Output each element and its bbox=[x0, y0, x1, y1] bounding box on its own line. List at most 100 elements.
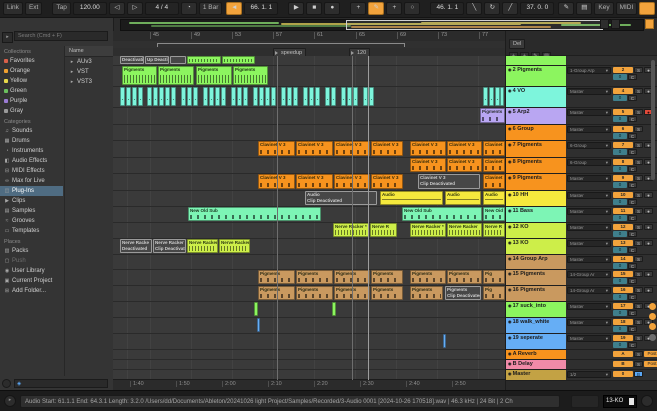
clip[interactable] bbox=[325, 87, 330, 106]
clip[interactable]: Nerve R bbox=[483, 223, 505, 237]
track-activator-button[interactable]: 2 bbox=[613, 67, 633, 73]
collection-item-green[interactable]: Green bbox=[0, 86, 63, 96]
solo-button[interactable]: S bbox=[634, 240, 643, 246]
arrangement-lane-B[interactable] bbox=[113, 360, 505, 370]
clip[interactable] bbox=[187, 87, 192, 106]
track-name[interactable]: ◉ 4 VO bbox=[506, 87, 566, 107]
overdub-button[interactable]: + bbox=[350, 2, 366, 15]
clip[interactable] bbox=[257, 318, 260, 332]
clip[interactable] bbox=[138, 87, 143, 106]
solo-button[interactable]: S bbox=[634, 319, 643, 325]
solo-button[interactable]: S bbox=[634, 256, 643, 262]
clip[interactable] bbox=[287, 87, 292, 106]
clip[interactable] bbox=[170, 56, 186, 64]
del-button[interactable]: Del bbox=[509, 39, 525, 49]
clip[interactable]: Clavinet V 3 bbox=[296, 174, 333, 189]
clip[interactable] bbox=[341, 87, 346, 106]
clip[interactable]: Pigments bbox=[371, 270, 403, 284]
clip[interactable] bbox=[293, 87, 298, 106]
crossfade-assign-button[interactable]: C bbox=[628, 342, 637, 348]
clip[interactable]: Audio bbox=[445, 191, 481, 205]
clip[interactable]: Pigments bbox=[296, 286, 333, 300]
clip[interactable] bbox=[253, 87, 258, 106]
arrangement-lane-18[interactable] bbox=[113, 318, 505, 334]
track-name[interactable]: ◉ 17 suck_into bbox=[506, 302, 566, 317]
clip[interactable] bbox=[120, 87, 125, 106]
clip[interactable]: PigmentsClip Deactivated bbox=[445, 286, 481, 300]
clip[interactable]: Pigments bbox=[122, 66, 157, 85]
pan-box[interactable]: 0 bbox=[613, 116, 627, 122]
arm-button[interactable]: ● bbox=[644, 271, 653, 277]
crossfade-assign-button[interactable]: C bbox=[628, 231, 637, 237]
metronome-button[interactable]: ◔ bbox=[181, 2, 197, 15]
pan-box[interactable]: 0 bbox=[613, 263, 627, 269]
track-activator-button[interactable]: 15 bbox=[613, 271, 633, 277]
track-header-B[interactable]: ◉ B DelayBSPost bbox=[506, 360, 657, 370]
clip[interactable] bbox=[165, 87, 170, 106]
track-name[interactable] bbox=[506, 56, 566, 65]
arrangement-lane-7[interactable]: Clavinet V 3Clavinet V 3Clavinet V 3Clav… bbox=[113, 141, 505, 158]
track-header-16[interactable]: ◉ 16 Pigments14-Group Ar▾16S●0C bbox=[506, 286, 657, 302]
track-header-13[interactable]: ◉ 13 KOMaster▾13S●0C bbox=[506, 239, 657, 255]
track-activator-button[interactable]: 4 bbox=[613, 88, 633, 94]
clip[interactable] bbox=[181, 87, 186, 106]
clip[interactable]: Pigments bbox=[410, 270, 446, 284]
overview-link-button[interactable] bbox=[645, 19, 654, 29]
clip[interactable]: Nerve Racker bbox=[447, 223, 482, 237]
clip[interactable] bbox=[489, 87, 494, 106]
track-activator-button[interactable]: 11 bbox=[613, 208, 633, 214]
output-routing-chooser[interactable]: Master▾ bbox=[567, 88, 611, 95]
clip[interactable] bbox=[369, 87, 374, 106]
track-header-15[interactable]: ◉ 15 Pigments14-Group Ar▾15S●0C bbox=[506, 270, 657, 286]
play-button[interactable]: ▶ bbox=[288, 2, 304, 15]
collection-item-yellow[interactable]: Yellow bbox=[0, 76, 63, 86]
category-item-grooves[interactable]: ≈Grooves bbox=[0, 216, 63, 226]
arrangement-lane-13[interactable]: Nerve RackeDeactivatedNerve Racker *Clip… bbox=[113, 239, 505, 255]
pre-post-toggle[interactable]: Post bbox=[644, 361, 657, 367]
track-activator-icon[interactable]: ◉ bbox=[508, 240, 513, 245]
pan-box[interactable]: 0 bbox=[613, 215, 627, 221]
computer-midi-keyboard-button[interactable]: ▤ bbox=[576, 2, 592, 15]
category-item-sounds[interactable]: ♫Sounds bbox=[0, 126, 63, 136]
track-header-A[interactable]: ◉ A ReverbASPost bbox=[506, 350, 657, 360]
solo-button[interactable]: S bbox=[634, 126, 643, 132]
arrangement-lane-1[interactable]: DeactivatingUp Deactivated bbox=[113, 56, 505, 66]
overview-viewport[interactable] bbox=[346, 20, 603, 30]
arm-button[interactable]: ● bbox=[644, 287, 653, 293]
master-volume-box[interactable]: 0 bbox=[613, 371, 633, 377]
clip[interactable] bbox=[159, 87, 164, 106]
plugin-folder-vst3[interactable]: ▸VST3 bbox=[65, 77, 114, 87]
arrangement-lane-9[interactable]: Clavinet V 3Clavinet V 3Clavinet V 3Clav… bbox=[113, 174, 505, 191]
clip[interactable]: Nerve Racker bbox=[219, 239, 250, 253]
solo-button[interactable]: S bbox=[634, 208, 643, 214]
loop-start-field[interactable]: 46. 1. 1 bbox=[430, 2, 464, 15]
crossfade-assign-button[interactable]: C bbox=[628, 326, 637, 332]
clip[interactable] bbox=[132, 87, 137, 106]
clip[interactable] bbox=[500, 87, 504, 106]
arm-button[interactable]: ● bbox=[644, 208, 653, 214]
track-header-12[interactable]: ◉ 12 KOMaster▾12S●0C bbox=[506, 223, 657, 239]
name-column-header[interactable]: Name bbox=[65, 46, 114, 57]
clip[interactable]: Pigments bbox=[158, 66, 194, 85]
clip[interactable] bbox=[237, 87, 242, 106]
pan-box[interactable]: 0 bbox=[613, 310, 627, 316]
clip[interactable]: Nerve Racker * bbox=[410, 223, 446, 237]
category-item-instruments[interactable]: ◔Instruments bbox=[0, 146, 63, 156]
solo-button[interactable]: S bbox=[634, 224, 643, 230]
track-activator-icon[interactable]: ◉ bbox=[508, 335, 513, 340]
arrangement-lane-8[interactable]: Clavinet V 3Clavinet V 3Clavinet bbox=[113, 158, 505, 174]
track-activator-icon[interactable]: ◉ bbox=[508, 109, 513, 114]
track-activator-icon[interactable]: ◉ bbox=[508, 287, 513, 292]
solo-button[interactable]: S bbox=[634, 271, 643, 277]
track-name[interactable]: ◉ 6 Group bbox=[506, 125, 566, 140]
track-activator-icon[interactable]: ◉ bbox=[508, 159, 513, 164]
output-routing-chooser[interactable]: Master▾ bbox=[567, 109, 611, 116]
crossfade-assign-button[interactable]: C bbox=[628, 74, 637, 80]
track-header-14[interactable]: ◉ 14 Group ArpMaster▾14S0C bbox=[506, 255, 657, 270]
track-activator-button[interactable]: 16 bbox=[613, 287, 633, 293]
return-toggle-c[interactable] bbox=[649, 323, 656, 330]
arrangement-lane-5[interactable]: Pigments bbox=[113, 108, 505, 125]
track-header-M[interactable]: ◉ Master1/2▾0B bbox=[506, 370, 657, 381]
category-item-plug-ins[interactable]: ◫Plug-Ins bbox=[0, 186, 63, 196]
solo-button[interactable]: S bbox=[634, 361, 643, 367]
